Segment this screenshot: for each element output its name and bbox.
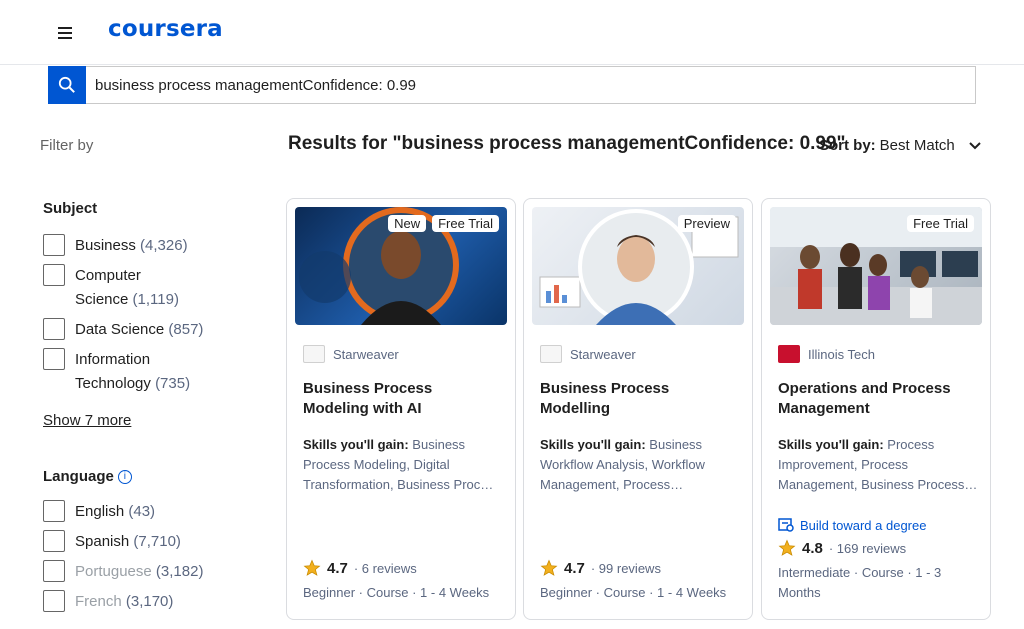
checkbox[interactable] — [43, 560, 65, 582]
subject-option[interactable]: Data Science (857) — [43, 318, 203, 342]
checkbox[interactable] — [43, 234, 65, 256]
option-count: (43) — [128, 503, 156, 520]
rating-value: 4.8 — [802, 539, 823, 557]
language-facet-header: Language i — [43, 468, 132, 486]
rating: 4.7 · 99 reviews — [540, 559, 661, 577]
checkbox[interactable] — [43, 530, 65, 552]
option-label: Data Science — [75, 321, 165, 338]
results-title: Results for "business process management… — [288, 133, 846, 154]
course-title[interactable]: Business Process Modelling — [540, 379, 738, 419]
subject-option[interactable]: Information Technology (735) — [43, 348, 195, 396]
course-title[interactable]: Operations and Process Management — [778, 379, 976, 419]
language-facet-title: Language — [43, 468, 114, 485]
filter-sidebar: Subject Business (4,326) Computer Scienc… — [43, 200, 273, 620]
filter-by-label: Filter by — [40, 137, 94, 154]
partner: Illinois Tech — [778, 345, 875, 363]
search-bar — [48, 66, 976, 104]
partner: Starweaver — [303, 345, 399, 363]
language-option[interactable]: English (43) — [43, 500, 155, 524]
badge: New — [388, 215, 427, 232]
badge: Free Trial — [432, 215, 499, 232]
option-label: French — [75, 593, 122, 610]
language-option[interactable]: French (3,170) — [43, 590, 173, 614]
subject-option[interactable]: Computer Science (1,119) — [43, 264, 195, 312]
rating-value: 4.7 — [327, 559, 348, 577]
option-label: English — [75, 503, 125, 520]
star-icon — [778, 539, 796, 556]
course-card[interactable]: Free Trial Illinois Tech Operations and … — [761, 198, 991, 620]
course-meta: Beginner · Course · 1 - 4 Weeks — [540, 585, 727, 600]
checkbox[interactable] — [43, 264, 65, 286]
option-count: (3,170) — [125, 593, 174, 610]
subject-facet-title: Subject — [43, 200, 98, 217]
star-icon — [540, 559, 558, 576]
partner-logo — [540, 345, 562, 363]
option-label: Computer Science — [75, 267, 141, 308]
search-icon — [58, 76, 75, 93]
option-label: Spanish — [75, 533, 130, 550]
checkbox[interactable] — [43, 318, 65, 340]
checkbox[interactable] — [43, 500, 65, 522]
skills: Skills you'll gain: Business Process Mod… — [303, 435, 503, 495]
option-count: (4,326) — [140, 237, 188, 254]
skills-label: Skills you'll gain: — [303, 437, 409, 452]
option-count: (857) — [168, 321, 204, 338]
partner-logo — [778, 345, 800, 363]
course-meta: Intermediate · Course · 1 - 3 Months — [778, 565, 942, 600]
badge-group: Preview — [677, 215, 736, 232]
partner-name: Starweaver — [570, 346, 636, 362]
sort-value: Best Match — [879, 137, 955, 154]
option-count: (735) — [155, 375, 191, 392]
rating-value: 4.7 — [564, 559, 585, 577]
chevron-down-icon — [968, 141, 981, 149]
checkbox[interactable] — [43, 590, 65, 612]
option-label: Portuguese — [75, 563, 152, 580]
info-icon[interactable]: i — [117, 469, 132, 484]
option-count: (7,710) — [133, 533, 181, 550]
search-button[interactable] — [48, 66, 86, 104]
star-icon — [303, 559, 321, 576]
skills-label: Skills you'll gain: — [778, 437, 884, 452]
badge-group: Free Trial — [907, 215, 974, 232]
option-count: (3,182) — [155, 563, 204, 580]
partner-logo — [303, 345, 325, 363]
skills-label: Skills you'll gain: — [540, 437, 646, 452]
search-input[interactable] — [86, 68, 975, 102]
degree-label: Build toward a degree — [800, 517, 927, 533]
partner-name: Starweaver — [333, 346, 399, 362]
reviews-count: · 99 reviews — [590, 560, 661, 576]
language-option[interactable]: Spanish (7,710) — [43, 530, 181, 554]
top-navbar: coursera — [0, 0, 1024, 65]
reviews-count: · 6 reviews — [353, 560, 417, 576]
show-more-link[interactable]: Show 7 more — [43, 412, 131, 429]
build-degree-link[interactable]: Build toward a degree — [778, 517, 926, 533]
partner: Starweaver — [540, 345, 636, 363]
course-meta: Beginner · Course · 1 - 4 Weeks — [303, 585, 490, 600]
option-label: Information Technology — [75, 351, 151, 392]
option-label: Business — [75, 237, 136, 254]
coursera-logo[interactable]: coursera — [108, 16, 223, 42]
rating: 4.7 · 6 reviews — [303, 559, 417, 577]
badge: Preview — [677, 215, 736, 232]
checkbox[interactable] — [43, 348, 65, 370]
badge-group: New Free Trial — [388, 215, 499, 232]
course-card[interactable]: Preview Starweaver Business Process Mode… — [523, 198, 753, 620]
language-option[interactable]: Portuguese (3,182) — [43, 560, 203, 584]
option-count: (1,119) — [132, 291, 179, 308]
rating: 4.8 · 169 reviews — [778, 539, 906, 557]
skills: Skills you'll gain: Business Workflow An… — [540, 435, 740, 495]
degree-icon — [778, 518, 794, 532]
skills: Skills you'll gain: Process Improvement,… — [778, 435, 978, 495]
reviews-count: · 169 reviews — [828, 540, 907, 556]
partner-name: Illinois Tech — [808, 346, 875, 362]
badge: Free Trial — [907, 215, 974, 232]
course-card[interactable]: New Free Trial Starweaver Business Proce… — [286, 198, 516, 620]
sort-dropdown[interactable]: Sort by: Best Match — [819, 137, 981, 154]
subject-option[interactable]: Business (4,326) — [43, 234, 188, 258]
sort-label: Sort by: — [819, 137, 876, 154]
hamburger-menu-icon[interactable] — [52, 20, 78, 46]
course-title[interactable]: Business Process Modeling with AI — [303, 379, 501, 419]
